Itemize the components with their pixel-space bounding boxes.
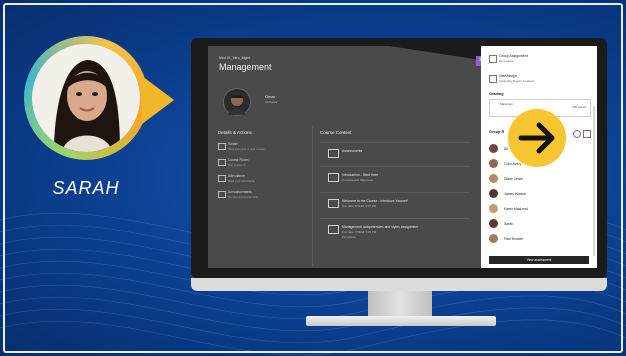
member-avatar bbox=[489, 204, 498, 213]
content-item-text: Welcome to the Course - Introduce Yourse… bbox=[342, 199, 408, 208]
speech-pointer bbox=[142, 76, 174, 124]
safeassign-icon bbox=[489, 75, 497, 83]
details-item-sub: No new announcements bbox=[228, 195, 259, 199]
member-avatar bbox=[489, 174, 498, 183]
folder-icon bbox=[328, 173, 339, 182]
screen-corner-shade bbox=[389, 46, 481, 60]
content-item-title: Management competencies and styles assig… bbox=[342, 225, 419, 229]
member-row[interactable]: James Watson bbox=[489, 189, 589, 199]
assignment-icon bbox=[328, 225, 339, 234]
content-item-text: Management competencies and styles assig… bbox=[342, 225, 418, 239]
content-item-text: Introduction - Start Here Overview and O… bbox=[342, 173, 378, 182]
presenter-portrait bbox=[54, 60, 120, 152]
panel-scrollbar[interactable] bbox=[593, 106, 595, 256]
roster-icon bbox=[218, 143, 226, 150]
course-content-heading: Course Content bbox=[320, 130, 352, 135]
arrow-right-icon bbox=[518, 122, 555, 154]
details-item-sub: Mark your attendance bbox=[228, 179, 256, 183]
presenter-name: SARAH bbox=[52, 178, 120, 198]
group-assignment-title: Group Assignment bbox=[499, 54, 528, 58]
content-item-sub: Overview and Objectives bbox=[342, 178, 373, 182]
details-item-sub: View everyone in your course bbox=[228, 147, 265, 151]
member-avatar bbox=[489, 144, 498, 153]
instructor-name: Omar bbox=[265, 94, 275, 99]
instructor-role: Instructor bbox=[265, 100, 278, 104]
group-assignment-header: Group Assignment Persuasive bbox=[499, 54, 528, 63]
member-name: Sarah bbox=[504, 222, 514, 226]
presenter-avatar bbox=[32, 44, 140, 152]
details-item-announcements[interactable]: Announcements No new announcements bbox=[228, 190, 258, 199]
folder-icon bbox=[328, 149, 339, 158]
group-assignment-sub: Persuasive bbox=[499, 59, 514, 63]
group-label: Group R bbox=[489, 130, 505, 134]
details-actions-heading: Details & Actions bbox=[218, 130, 252, 135]
safeassign-row: SafeAssign Originality Report enabled bbox=[499, 74, 534, 83]
content-item-welcome[interactable]: Welcome to the Course - Introduce Yourse… bbox=[320, 192, 470, 215]
details-item-label: Attendance bbox=[228, 174, 245, 178]
column-divider bbox=[312, 126, 313, 266]
member-avatar bbox=[489, 234, 498, 243]
member-row[interactable]: Paul Russell bbox=[489, 234, 589, 244]
presentation-slide: SARAH Mod 01_Intro_Mgmt Management Omar … bbox=[0, 0, 626, 356]
course-code: Mod 01_Intro_Mgmt bbox=[219, 56, 251, 60]
view-assessment-button[interactable]: View assessment bbox=[489, 256, 589, 264]
details-item-label: Announcements bbox=[228, 190, 252, 194]
member-avatar bbox=[489, 189, 498, 198]
details-item-course-room[interactable]: Course Room Join session ▾ bbox=[228, 158, 248, 167]
announcements-icon bbox=[218, 191, 226, 198]
monitor-stand-neck bbox=[368, 291, 432, 317]
details-item-label: Roster bbox=[228, 142, 238, 146]
member-name: Karen MacLeod bbox=[504, 207, 528, 211]
points-value: 100 points bbox=[572, 105, 586, 109]
grading-value: Maximum bbox=[500, 102, 514, 106]
member-row[interactable]: Sarah bbox=[489, 219, 589, 229]
member-avatar bbox=[489, 159, 498, 168]
attendance-icon bbox=[218, 175, 226, 182]
grid-icon[interactable] bbox=[583, 130, 591, 138]
content-item-title: Welcome to the Course - Introduce Yourse… bbox=[342, 199, 408, 203]
safeassign-title: SafeAssign bbox=[499, 74, 517, 78]
content-item-text: Assessments bbox=[342, 149, 362, 154]
instructor-avatar[interactable] bbox=[223, 88, 251, 116]
content-item-sub: Due date: 7/19/18, 6:00 PM bbox=[342, 230, 377, 234]
safeassign-sub: Originality Report enabled bbox=[499, 79, 534, 83]
arrow-callout bbox=[508, 109, 566, 167]
monitor-chin bbox=[191, 278, 607, 291]
content-item-title: Assessments bbox=[342, 149, 363, 153]
details-item-label: Course Room bbox=[228, 158, 249, 162]
content-item-title: Introduction - Start Here bbox=[342, 173, 379, 177]
presenter-avatar-ring bbox=[24, 36, 148, 160]
content-item-sub: Due date: 5/11/18, 3:37 PM bbox=[342, 204, 376, 208]
content-item-assessments[interactable]: Assessments bbox=[320, 142, 470, 165]
instructor-portrait bbox=[228, 94, 246, 115]
details-item-roster[interactable]: Roster View everyone in your course bbox=[228, 142, 265, 151]
member-name: Paul Russell bbox=[504, 237, 523, 241]
group-icon bbox=[489, 55, 497, 63]
monitor-stand-base bbox=[306, 316, 496, 326]
course-page-dimmed: Mod 01_Intro_Mgmt Management Omar Instru… bbox=[208, 46, 481, 268]
member-name: Diane Lewis bbox=[504, 177, 523, 181]
details-item-attendance[interactable]: Attendance Mark your attendance bbox=[228, 174, 255, 183]
member-avatar bbox=[489, 219, 498, 228]
content-item-sub: Persuasive bbox=[342, 235, 356, 239]
details-item-sub: Join session ▾ bbox=[228, 163, 246, 167]
member-row[interactable]: Karen MacLeod bbox=[489, 204, 589, 214]
member-name: James Watson bbox=[504, 192, 527, 196]
content-item-management[interactable]: Management competencies and styles assig… bbox=[320, 218, 470, 241]
discussion-icon bbox=[328, 199, 339, 208]
course-title: Management bbox=[219, 62, 272, 72]
grading-label: Grading bbox=[489, 92, 504, 96]
content-item-introduction[interactable]: Introduction - Start Here Overview and O… bbox=[320, 166, 470, 189]
settings-icon[interactable] bbox=[573, 130, 581, 138]
member-row[interactable]: Diane Lewis bbox=[489, 174, 589, 184]
course-room-icon bbox=[218, 159, 226, 166]
